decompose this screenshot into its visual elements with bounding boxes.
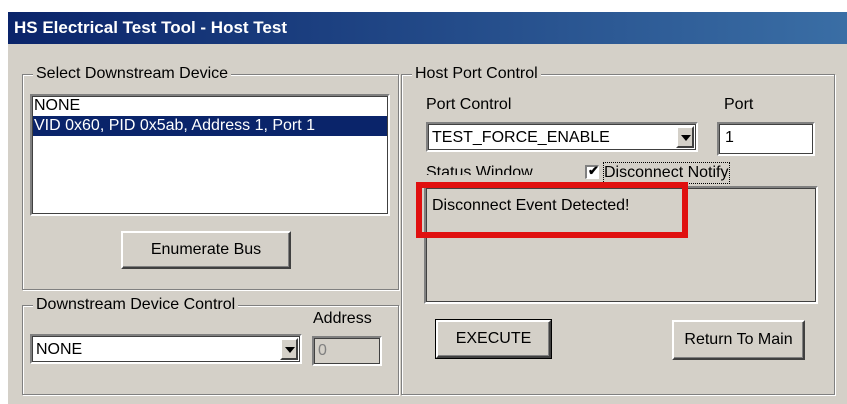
status-window-label: Status Window [426, 164, 533, 175]
host-port-control-label: Host Port Control [412, 64, 541, 84]
red-highlight-box [416, 182, 688, 238]
downstream-combo-value: NONE [36, 341, 83, 358]
address-label: Address [313, 310, 372, 327]
downstream-device-combo[interactable]: NONE [30, 334, 302, 364]
list-item[interactable]: NONE [32, 96, 388, 116]
chevron-down-icon[interactable] [676, 126, 694, 148]
port-value: 1 [725, 129, 734, 146]
port-control-combo[interactable]: TEST_FORCE_ENABLE [426, 122, 698, 152]
downstream-device-list[interactable]: NONE VID 0x60, PID 0x5ab, Address 1, Por… [30, 94, 390, 216]
enumerate-bus-button[interactable]: Enumerate Bus [121, 231, 291, 269]
disconnect-notify-label[interactable]: Disconnect Notify [603, 162, 730, 184]
list-item-selected[interactable]: VID 0x60, PID 0x5ab, Address 1, Port 1 [32, 116, 388, 136]
disconnect-notify-checkbox[interactable]: ✔ [585, 163, 599, 179]
port-input[interactable]: 1 [717, 122, 815, 156]
window-title: HS Electrical Test Tool - Host Test [8, 12, 847, 44]
return-to-main-button[interactable]: Return To Main [672, 320, 805, 360]
port-control-value: TEST_FORCE_ENABLE [432, 129, 610, 146]
address-value: 0 [318, 342, 327, 359]
address-field: 0 [312, 336, 382, 366]
host-test-window: HS Electrical Test Tool - Host Test Sele… [8, 12, 847, 404]
checkmark-icon: ✔ [588, 163, 599, 178]
chevron-down-icon[interactable] [280, 338, 298, 360]
port-label: Port [724, 96, 754, 113]
select-downstream-label: Select Downstream Device [33, 64, 232, 84]
port-control-label: Port Control [426, 96, 512, 113]
downstream-control-label: Downstream Device Control [33, 295, 239, 315]
execute-button[interactable]: EXECUTE [435, 319, 552, 359]
